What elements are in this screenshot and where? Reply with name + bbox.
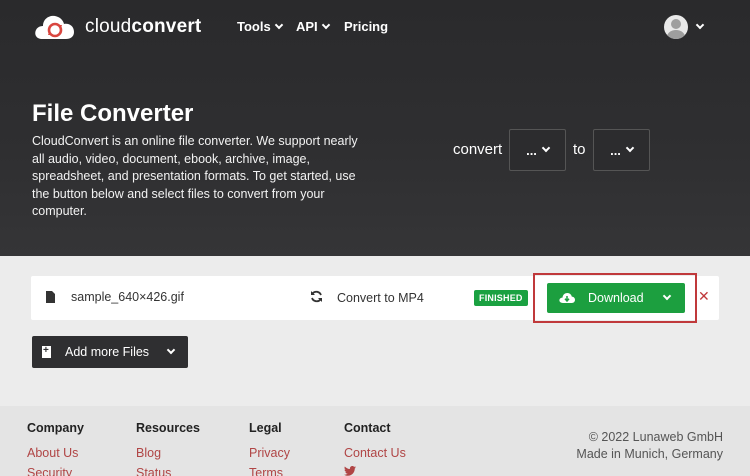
logo-text: cloudconvert <box>85 16 202 37</box>
status-badge: FINISHED <box>474 290 528 306</box>
copyright-block: © 2022 Lunaweb GmbH Made in Munich, Germ… <box>576 429 723 463</box>
add-more-files-button[interactable]: Add more Files <box>32 336 188 368</box>
chevron-down-icon <box>274 20 283 29</box>
footer-link-about[interactable]: About Us <box>27 443 84 463</box>
nav-pricing-label: Pricing <box>344 19 389 34</box>
chevron-down-icon <box>166 345 176 355</box>
footer-link-security[interactable]: Security <box>27 463 84 476</box>
footer-column-contact: Contact Contact Us <box>344 421 406 476</box>
hero-header: cloudconvert Tools API Pricing File Conv… <box>0 0 750 256</box>
footer-column-resources: Resources Blog Status <box>136 421 200 476</box>
file-icon <box>46 291 55 303</box>
chevron-down-icon <box>625 143 635 153</box>
file-name: sample_640×426.gif <box>71 290 184 304</box>
footer-heading: Resources <box>136 421 200 435</box>
nav-api[interactable]: API <box>296 19 330 34</box>
footer: Company About Us Security Resources Blog… <box>0 406 750 476</box>
footer-column-legal: Legal Privacy Terms <box>249 421 290 476</box>
from-format-value: ... <box>526 142 537 158</box>
footer-link-blog[interactable]: Blog <box>136 443 200 463</box>
footer-heading: Legal <box>249 421 282 435</box>
chevron-down-icon[interactable] <box>662 291 672 301</box>
top-nav: cloudconvert Tools API Pricing <box>0 0 750 56</box>
conversion-target: Convert to MP4 <box>337 291 424 305</box>
add-file-icon <box>42 345 51 358</box>
to-label: to <box>573 141 586 158</box>
page-title: File Converter <box>32 100 194 127</box>
convert-label: convert <box>453 141 503 158</box>
add-more-files-label: Add more Files <box>65 345 150 359</box>
chevron-down-icon <box>541 143 551 153</box>
footer-link-contact[interactable]: Contact Us <box>344 443 406 463</box>
location-text: Made in Munich, Germany <box>576 447 723 461</box>
nav-tools[interactable]: Tools <box>237 19 283 34</box>
footer-heading: Contact <box>344 421 391 435</box>
footer-column-company: Company About Us Security <box>27 421 84 476</box>
download-button[interactable]: Download <box>547 283 685 313</box>
nav-api-label: API <box>296 19 318 34</box>
footer-heading: Company <box>27 421 84 435</box>
download-label: Download <box>588 291 644 305</box>
footer-link-privacy[interactable]: Privacy <box>249 443 290 463</box>
copyright-text: © 2022 Lunaweb GmbH <box>588 430 723 444</box>
logo[interactable]: cloudconvert <box>33 12 201 42</box>
to-format-select[interactable]: ... <box>593 129 650 171</box>
hero-description: CloudConvert is an online file converter… <box>32 134 358 218</box>
from-format-select[interactable]: ... <box>509 129 566 171</box>
cloud-download-icon <box>559 291 575 303</box>
sync-icon <box>310 290 323 303</box>
user-menu[interactable] <box>664 15 705 39</box>
footer-link-status[interactable]: Status <box>136 463 200 476</box>
chevron-down-icon <box>321 20 330 29</box>
user-avatar-icon <box>664 15 688 39</box>
nav-pricing[interactable]: Pricing <box>344 19 388 34</box>
twitter-icon[interactable] <box>344 465 406 476</box>
footer-link-terms[interactable]: Terms <box>249 463 290 476</box>
close-icon[interactable]: ✕ <box>698 288 710 304</box>
to-format-value: ... <box>610 142 621 158</box>
cloud-logo-icon <box>33 13 75 41</box>
nav-tools-label: Tools <box>237 19 271 34</box>
chevron-down-icon <box>695 20 705 30</box>
